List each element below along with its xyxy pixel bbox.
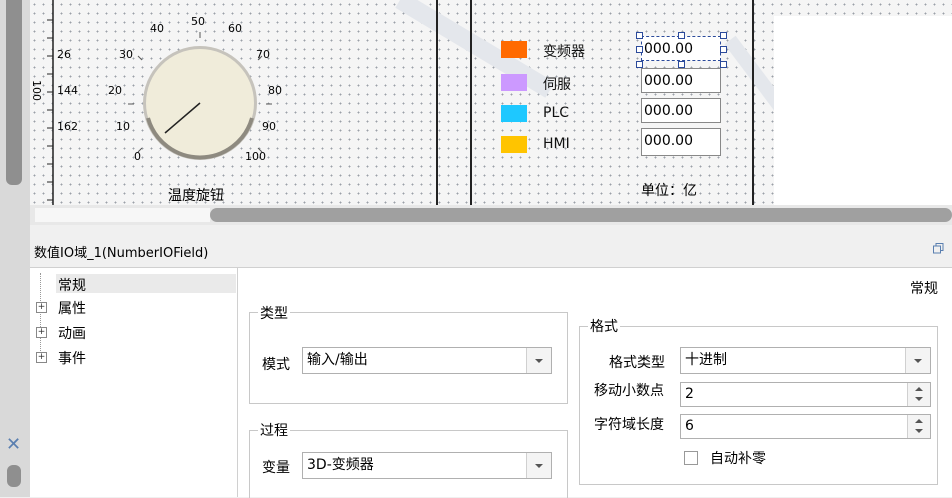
resize-handle[interactable] [636, 32, 643, 39]
dial-caption: 温度旋钮 [168, 188, 224, 204]
side-label: 26 [57, 48, 71, 61]
property-content: 常规 类型 模式 输入/输出 过程 变量 3D-变频器 格式 格式类型 十进制 … [238, 268, 952, 498]
dial-scale-label: 50 [191, 15, 205, 28]
ruler-label: 100 [30, 80, 43, 101]
resize-handle[interactable] [636, 61, 643, 68]
resize-handle[interactable] [720, 32, 727, 39]
chevron-down-icon[interactable] [526, 348, 551, 373]
dial-scale-label: 20 [108, 84, 122, 97]
decimal-shift-label: 移动小数点 [594, 383, 664, 399]
field-length-label: 字符域长度 [594, 417, 664, 433]
legend-swatch [501, 41, 527, 58]
tree-connector [40, 273, 41, 363]
expand-icon[interactable]: + [36, 352, 47, 363]
side-label: 162 [57, 120, 78, 133]
unit-label: 单位：亿 [641, 183, 697, 199]
auto-fill-zero-label: 自动补零 [710, 451, 766, 467]
mode-dropdown[interactable]: 输入/输出 [302, 347, 552, 374]
property-tree: 常规 + 属性 + 动画 + 事件 [30, 268, 238, 497]
field-length-stepper[interactable]: 6 [680, 414, 931, 439]
resize-handle[interactable] [636, 46, 643, 53]
dial-scale-label: 10 [116, 120, 130, 133]
divider-line [470, 0, 472, 205]
variable-dropdown[interactable]: 3D-变频器 [302, 452, 552, 479]
tree-item-general[interactable]: 常规 [58, 275, 86, 295]
dial-scale-label: 60 [228, 22, 242, 35]
number-io-field[interactable]: 000.00 [641, 128, 721, 156]
arrow-up-icon[interactable] [915, 387, 923, 391]
scrollbar-thumb[interactable] [210, 208, 952, 222]
format-type-dropdown[interactable]: 十进制 [680, 347, 931, 374]
dial-scale-label: 40 [150, 22, 164, 35]
tree-item-animation[interactable]: 动画 [58, 323, 86, 343]
variable-value: 3D-变频器 [307, 457, 374, 473]
arrow-down-icon[interactable] [915, 397, 923, 401]
scrollbar-track[interactable] [35, 208, 210, 222]
stepper-buttons[interactable] [907, 415, 930, 438]
legend-label: HMI [543, 136, 570, 152]
dial-scale-label: 80 [268, 84, 282, 97]
divider-line [752, 0, 754, 205]
format-type-value: 十进制 [685, 352, 727, 368]
resize-handle[interactable] [720, 46, 727, 53]
number-io-field[interactable]: 000.00 [641, 68, 721, 93]
tree-item-properties[interactable]: 属性 [58, 298, 86, 318]
restore-window-icon[interactable] [933, 243, 944, 254]
mode-label: 模式 [262, 357, 290, 373]
chevron-down-icon[interactable] [526, 453, 551, 478]
legend-label: PLC [543, 105, 570, 121]
process-group-title: 过程 [258, 420, 290, 440]
dial-scale-label: 70 [256, 48, 270, 61]
tree-item-events[interactable]: 事件 [58, 348, 86, 368]
design-canvas[interactable]: 40 50 60 30 70 20 80 10 90 0 100 26 144 … [30, 0, 952, 205]
arrow-down-icon[interactable] [915, 429, 923, 433]
legend-swatch [501, 105, 527, 122]
scroll-knob[interactable] [7, 465, 21, 487]
dial-scale-label: 100 [245, 150, 266, 163]
type-group-title: 类型 [258, 303, 290, 323]
divider-line [436, 0, 438, 205]
legend-swatch [501, 136, 527, 153]
legend-label: 变频器 [543, 44, 585, 60]
legend-swatch [501, 74, 527, 91]
format-type-label: 格式类型 [609, 355, 665, 371]
resize-handle[interactable] [678, 32, 685, 39]
resize-handle[interactable] [720, 61, 727, 68]
property-panel-header: 数值IO域_1(NumberIOField) [30, 233, 952, 268]
decimal-shift-stepper[interactable]: 2 [680, 382, 931, 407]
legend-label: 伺服 [543, 77, 571, 93]
auto-fill-zero-checkbox[interactable] [684, 451, 698, 465]
panel-title: 数值IO域_1(NumberIOField) [34, 246, 209, 261]
resize-handle[interactable] [678, 61, 685, 68]
expand-icon[interactable]: + [36, 302, 47, 313]
arrow-up-icon[interactable] [915, 419, 923, 423]
dial-scale-label: 90 [262, 120, 276, 133]
vertical-scrollbar[interactable] [6, 0, 22, 185]
stepper-buttons[interactable] [907, 383, 930, 406]
side-label: 144 [57, 84, 78, 97]
white-panel [774, 16, 952, 205]
format-group-title: 格式 [588, 316, 620, 336]
left-panel-strip: ✕ [0, 0, 30, 497]
horizontal-scrollbar[interactable] [30, 205, 952, 225]
close-icon[interactable]: ✕ [6, 434, 21, 455]
dial-scale-label: 30 [119, 48, 133, 61]
chevron-down-icon[interactable] [905, 348, 930, 373]
dial-scale-label: 0 [134, 150, 141, 163]
expand-icon[interactable]: + [36, 327, 47, 338]
variable-label: 变量 [262, 460, 290, 476]
number-io-field[interactable]: 000.00 [641, 98, 721, 123]
page-title: 常规 [910, 281, 938, 297]
field-length-value: 6 [685, 418, 694, 434]
mode-value: 输入/输出 [307, 352, 368, 368]
decimal-shift-value: 2 [685, 386, 694, 402]
number-io-field-selected[interactable]: 000.00 [641, 36, 721, 61]
